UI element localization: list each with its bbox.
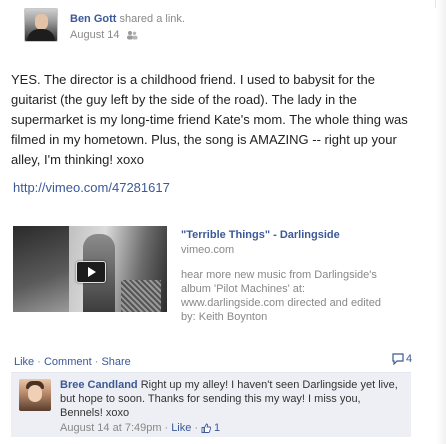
shared-link[interactable]: http://vimeo.com/47281617 [13,178,170,198]
comment-time[interactable]: August 14 at 7:49pm [60,421,162,435]
thumbnail-basket [121,280,161,312]
author-avatar[interactable] [24,8,58,42]
scrollbar-track[interactable] [435,0,446,444]
story-action: shared a link. [116,13,185,25]
author-name[interactable]: Ben Gott [70,13,116,25]
comment-body: Bree Candland Right up my alley! I haven… [60,378,400,420]
comment-link[interactable]: Comment [44,356,92,368]
play-button[interactable] [76,261,106,283]
thumbs-up-icon[interactable] [201,423,212,433]
meta-separator: · [194,422,199,434]
comment-count-button[interactable]: 4 [392,353,412,365]
comment-like-count[interactable]: 1 [214,421,220,435]
action-separator: · [34,356,44,368]
action-separator: · [91,356,102,368]
avatar-face [35,14,48,30]
story-actions: Like · Comment · Share [14,355,131,369]
thumbnail-figure-left [13,226,69,312]
avatar-shirt [27,29,55,41]
attachment-description: hear more new music from Darlingside's a… [181,269,381,323]
story-date[interactable]: August 14 [70,28,120,42]
like-link[interactable]: Like [14,356,34,368]
comment-meta: August 14 at 7:49pm · Like · 1 [60,421,220,435]
story-meta: August 14 [70,28,138,42]
commenter-avatar-face [28,385,42,402]
story-header: Ben Gott shared a link. [70,12,185,26]
video-thumbnail[interactable] [13,226,167,312]
people-icon[interactable] [126,30,138,40]
commenter-avatar[interactable] [19,379,51,411]
meta-separator: · [164,422,169,434]
attachment-domain: vimeo.com [181,244,235,256]
comment-like-link[interactable]: Like [171,421,191,435]
commenter-name[interactable]: Bree Candland [60,379,138,391]
post-message: YES. The director is a childhood friend.… [11,72,408,167]
speech-bubble-icon [392,353,404,365]
play-icon [88,267,96,277]
comment-count: 4 [406,353,413,365]
attachment-title[interactable]: "Terrible Things" - Darlingside [181,228,401,242]
share-link[interactable]: Share [101,356,130,368]
